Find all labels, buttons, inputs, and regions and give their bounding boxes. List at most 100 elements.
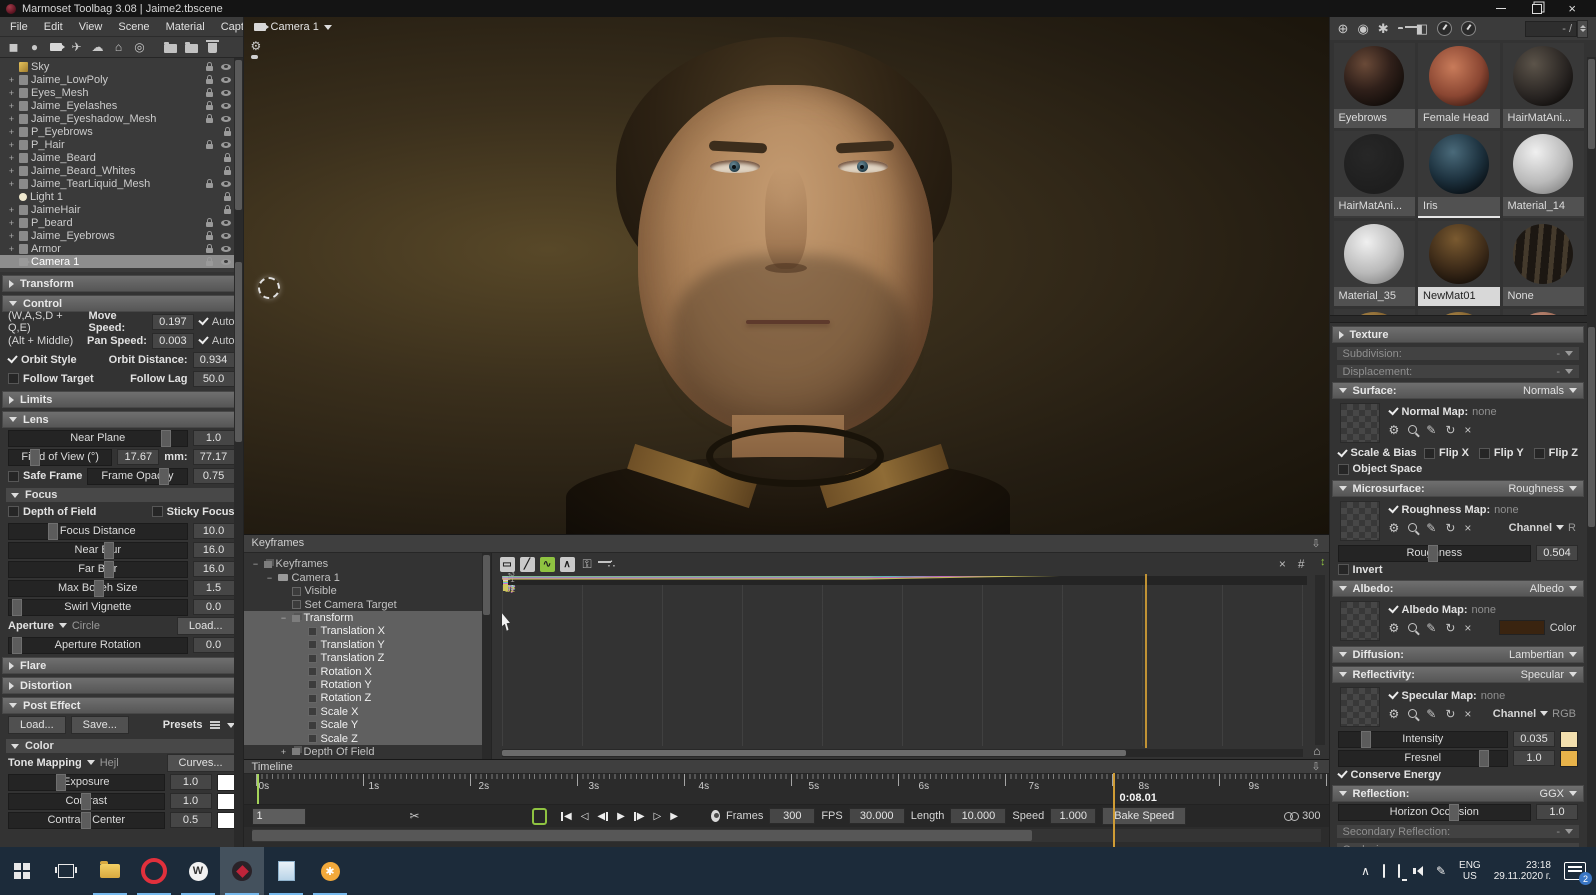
- map-clear-icon[interactable]: ×: [1464, 423, 1471, 437]
- map-settings-gear-icon[interactable]: ⚙: [1389, 707, 1400, 721]
- aperture-load-button[interactable]: Load...: [177, 617, 235, 635]
- visibility-eye-icon[interactable]: [221, 233, 231, 239]
- slider-handle[interactable]: [81, 812, 91, 829]
- map-settings-gear-icon[interactable]: ⚙: [1389, 521, 1400, 535]
- pan-speed-value[interactable]: 0.003: [152, 333, 194, 349]
- aperture-mode[interactable]: Circle: [72, 620, 100, 632]
- panel-dock-icon[interactable]: ⇩: [1311, 537, 1320, 550]
- tray-display-icon[interactable]: [1383, 865, 1385, 877]
- map-browse-icon[interactable]: [1408, 709, 1417, 718]
- material-item[interactable]: None: [1503, 221, 1585, 306]
- cut-icon[interactable]: ✂: [410, 809, 420, 823]
- parameter-value[interactable]: 1.0: [170, 793, 212, 809]
- diffusion-mode-dropdown[interactable]: Lambertian: [1509, 649, 1577, 661]
- parameter-value[interactable]: 1.0: [170, 774, 212, 790]
- taskbar-opera[interactable]: [132, 847, 176, 895]
- key-spline-button[interactable]: ∿: [540, 557, 555, 572]
- material-name[interactable]: Female Head: [1418, 109, 1499, 128]
- flare-section-header[interactable]: Flare: [2, 657, 241, 674]
- delete-icon[interactable]: [203, 39, 222, 55]
- current-frame-field[interactable]: 1: [252, 808, 306, 825]
- scale-bias-checkbox[interactable]: Scale & Bias: [1338, 447, 1417, 459]
- object-space-checkbox[interactable]: Object Space: [1338, 463, 1423, 475]
- channel-dropdown[interactable]: ChannelR: [1509, 522, 1576, 534]
- new-material-icon[interactable]: ⊕: [1338, 21, 1349, 37]
- curves-button[interactable]: Curves...: [167, 754, 235, 772]
- expand-toggle[interactable]: +: [7, 218, 16, 228]
- loop-toggle[interactable]: [532, 808, 547, 825]
- intensity-slider[interactable]: Intensity: [1338, 731, 1508, 748]
- parameter-slider[interactable]: Max Bokeh Size: [8, 580, 188, 597]
- home-icon[interactable]: ⌂: [109, 39, 128, 55]
- previous-keyframe-button[interactable]: ◁: [581, 811, 589, 822]
- curve-rows[interactable]: Tx Ty Tz -3: [502, 576, 1307, 746]
- expand-toggle[interactable]: +: [7, 166, 16, 176]
- diffusion-section-header[interactable]: Diffusion: Lambertian: [1332, 646, 1584, 663]
- parameter-slider[interactable]: Exposure: [8, 774, 165, 791]
- scene-item[interactable]: + Armor: [0, 242, 243, 255]
- add-object-icon[interactable]: ◼: [4, 39, 23, 55]
- parameter-value[interactable]: 0.0: [193, 599, 235, 615]
- slider-handle[interactable]: [12, 599, 22, 616]
- link-icon[interactable]: [1284, 812, 1296, 820]
- intensity-value[interactable]: 0.035: [1513, 731, 1555, 747]
- tree-expand-toggle[interactable]: +: [280, 747, 288, 757]
- presets-menu-icon[interactable]: [210, 724, 220, 726]
- tree-expand-toggle[interactable]: −: [266, 573, 274, 583]
- material-name[interactable]: Material_35: [1334, 287, 1415, 306]
- normal-map-slot[interactable]: [1340, 403, 1380, 443]
- horizon-occlusion-slider[interactable]: Horizon Occlusion: [1338, 804, 1531, 821]
- keyframes-panel-titlebar[interactable]: Keyframes ⇩: [244, 535, 1329, 553]
- reflectivity-section-header[interactable]: Reflectivity: Specular: [1332, 666, 1584, 683]
- title-bar[interactable]: Marmoset Toolbag 3.08 | Jaime2.tbscene ×: [0, 0, 1596, 17]
- presets-label[interactable]: Presets: [163, 719, 203, 731]
- fresnel-value[interactable]: 1.0: [1513, 750, 1555, 766]
- collapsed-section-row[interactable]: Occlusion: -: [1336, 842, 1580, 847]
- map-browse-icon[interactable]: [1408, 523, 1417, 532]
- map-reload-icon[interactable]: ↻: [1445, 423, 1455, 437]
- timeline-ruler[interactable]: 0s1s2s3s4s5s6s7s8s9s: [244, 774, 1329, 805]
- timeline-playhead[interactable]: [1113, 773, 1115, 847]
- start-button[interactable]: [0, 847, 44, 895]
- fov-mm-value[interactable]: 77.17: [193, 449, 235, 465]
- scene-item[interactable]: Camera 1: [0, 255, 243, 268]
- menu-item[interactable]: View: [71, 21, 111, 33]
- specular-map-label[interactable]: Specular Map:: [1402, 690, 1477, 702]
- subdivision-row[interactable]: Subdivision: -: [1336, 346, 1580, 361]
- microsurface-mode-dropdown[interactable]: Roughness: [1508, 483, 1577, 495]
- expand-toggle[interactable]: +: [7, 75, 16, 85]
- visibility-eye-icon[interactable]: [221, 246, 231, 252]
- refresh-thumbnails-icon[interactable]: ✱: [1378, 21, 1389, 37]
- parameter-slider[interactable]: Contrast: [8, 793, 165, 810]
- aperture-rotation-slider[interactable]: Aperture Rotation: [8, 637, 188, 654]
- loop-count[interactable]: 300: [1302, 810, 1320, 822]
- material-page-stepper[interactable]: [1577, 20, 1588, 38]
- lock-icon[interactable]: [206, 144, 213, 149]
- safe-frame-checkbox[interactable]: Safe Frame: [8, 470, 82, 482]
- near-plane-slider[interactable]: Near Plane: [8, 430, 188, 447]
- scene-item[interactable]: + Jaime_Eyeshadow_Mesh: [0, 112, 243, 125]
- lock-icon[interactable]: [206, 248, 213, 253]
- material-page-field[interactable]: - /: [1525, 21, 1577, 37]
- material-item[interactable]: NewMat01: [1418, 221, 1499, 306]
- roughness-map-slot[interactable]: [1340, 501, 1380, 541]
- visibility-eye-icon[interactable]: [221, 77, 231, 83]
- expand-toggle[interactable]: +: [7, 101, 16, 111]
- menu-item[interactable]: File: [2, 21, 36, 33]
- tree-expand-toggle[interactable]: −: [280, 613, 288, 623]
- focus-subsection-header[interactable]: Focus: [6, 488, 237, 502]
- map-edit-icon[interactable]: ✎: [1426, 707, 1436, 721]
- albedo-color-swatch[interactable]: [1499, 620, 1545, 635]
- slider-handle[interactable]: [161, 430, 171, 447]
- step-forward-button[interactable]: ▶: [634, 811, 645, 822]
- scene-item[interactable]: + P_Hair: [0, 138, 243, 151]
- map-reload-icon[interactable]: ↻: [1445, 621, 1455, 635]
- tray-volume-icon[interactable]: [1413, 866, 1423, 876]
- distortion-section-header[interactable]: Distortion: [2, 677, 241, 694]
- visibility-eye-icon[interactable]: [221, 259, 231, 265]
- lock-icon[interactable]: [224, 157, 231, 162]
- color-swatch[interactable]: [217, 812, 235, 829]
- normal-map-label[interactable]: Normal Map:: [1402, 406, 1469, 418]
- curve-hscrollbar[interactable]: [502, 749, 1303, 757]
- render-icon[interactable]: ◎: [130, 39, 149, 55]
